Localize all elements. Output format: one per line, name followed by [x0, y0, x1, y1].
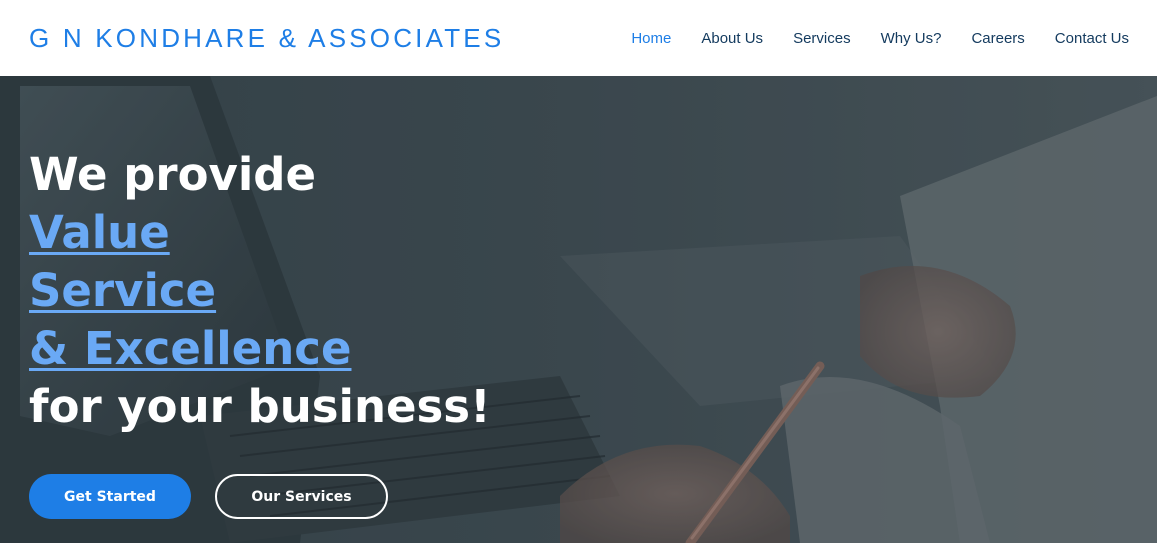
hero-headline: We provide Value Service & Excellence fo… [29, 146, 491, 436]
nav-home[interactable]: Home [631, 30, 671, 47]
hero-line-closing: for your business! [29, 380, 491, 433]
nav-careers[interactable]: Careers [971, 30, 1024, 47]
brand-logo[interactable]: G N KONDHARE & ASSOCIATES [29, 23, 504, 54]
nav-about-us[interactable]: About Us [701, 30, 763, 47]
nav-services[interactable]: Services [793, 30, 851, 47]
get-started-button[interactable]: Get Started [29, 474, 191, 519]
hero-accent-value[interactable]: Value [29, 204, 491, 262]
hero-line-intro: We provide [29, 148, 317, 201]
main-nav: Home About Us Services Why Us? Careers C… [601, 0, 1129, 76]
hero-section: We provide Value Service & Excellence fo… [0, 76, 1157, 543]
hero-accent-service[interactable]: Service [29, 262, 491, 320]
our-services-button[interactable]: Our Services [215, 474, 388, 519]
nav-contact-us[interactable]: Contact Us [1055, 30, 1129, 47]
site-header: G N KONDHARE & ASSOCIATES Home About Us … [0, 0, 1157, 76]
hero-accent-excellence[interactable]: & Excellence [29, 320, 491, 378]
nav-why-us[interactable]: Why Us? [881, 30, 942, 47]
